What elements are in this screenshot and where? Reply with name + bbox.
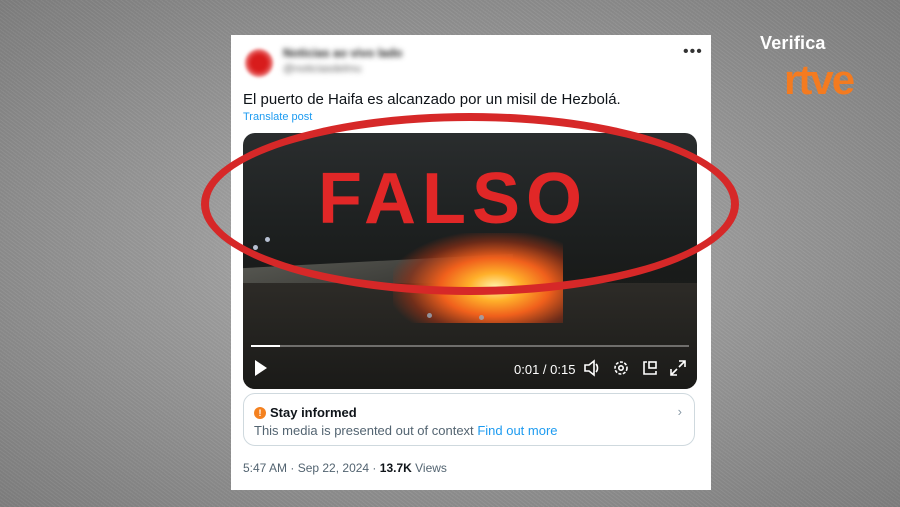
video-frame-light — [479, 315, 484, 320]
picture-in-picture-icon[interactable] — [641, 359, 659, 382]
rtve-logo-text: rtve — [784, 56, 854, 102]
tweet-meta: 5:47 AM · Sep 22, 2024 · 13.7K Views — [243, 461, 447, 475]
alert-icon: ! — [254, 407, 266, 419]
notice-body-text: This media is presented out of context — [254, 423, 474, 438]
settings-icon[interactable] — [612, 359, 630, 382]
author-handle[interactable]: @noticiasdelmu — [283, 63, 361, 75]
video-frame-light — [427, 313, 432, 318]
video-time: 0:01 / 0:15 — [514, 362, 576, 377]
chevron-right-icon[interactable]: › — [678, 404, 682, 419]
volume-icon[interactable] — [583, 359, 601, 382]
notice-title: Stay informed — [270, 405, 357, 420]
author-name[interactable]: Noticias ao vivo lado — [283, 46, 402, 60]
views-count: 13.7K — [379, 461, 412, 475]
context-notice[interactable]: ! Stay informed This media is presented … — [243, 393, 695, 446]
tweet-text: El puerto de Haifa es alcanzado por un m… — [243, 91, 621, 108]
timestamp[interactable]: 5:47 AM · Sep 22, 2024 · — [243, 461, 380, 475]
fullscreen-icon[interactable] — [669, 359, 687, 382]
find-out-more-link[interactable]: Find out more — [477, 423, 557, 438]
verifica-label: Verifica — [760, 33, 826, 53]
avatar[interactable] — [245, 49, 273, 77]
false-stamp-text: FALSO — [318, 159, 589, 239]
play-icon[interactable] — [253, 359, 269, 382]
translate-link[interactable]: Translate post — [243, 111, 312, 123]
video-progress-bar[interactable] — [251, 345, 689, 347]
more-icon[interactable]: ••• — [683, 43, 703, 61]
views-label: Views — [411, 461, 447, 475]
notice-body: This media is presented out of context F… — [254, 423, 558, 438]
rtve-logo: rtve — [784, 56, 856, 102]
video-progress-fill — [251, 345, 281, 347]
